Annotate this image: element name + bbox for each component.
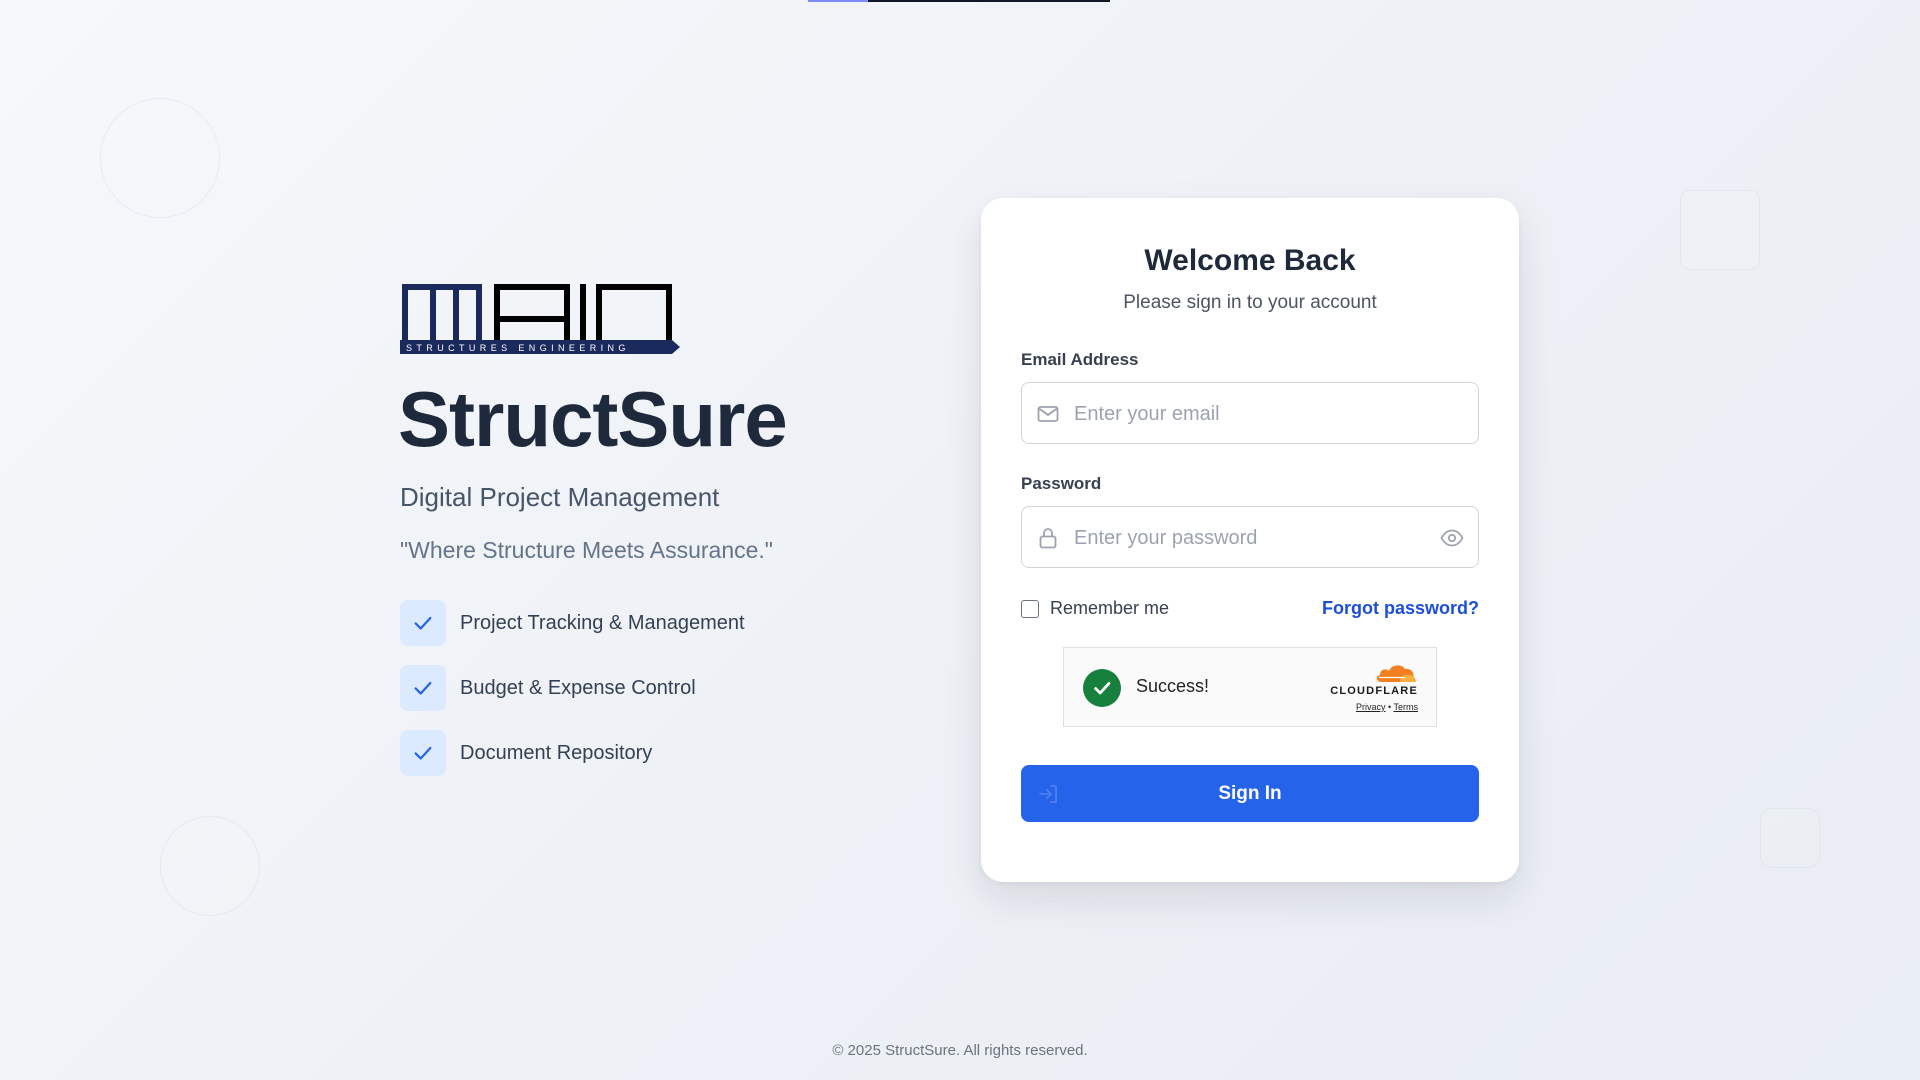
captcha-widget[interactable]: Success! CLOUDFLARE Privacy • Terms (1063, 647, 1437, 727)
forgot-password-link[interactable]: Forgot password? (1322, 598, 1479, 619)
company-logo: STRUCTURES ENGINEERING (400, 284, 680, 354)
feature-label: Document Repository (460, 741, 653, 764)
branding-panel: STRUCTURES ENGINEERING StructSure Digita… (398, 282, 920, 795)
app-subtitle: Digital Project Management (400, 482, 720, 512)
cloudflare-wordmark: CLOUDFLARE (1330, 685, 1418, 697)
decorative-circle (160, 816, 260, 916)
remember-checkbox[interactable] (1021, 599, 1039, 618)
login-options: Remember me Forgot password? (1021, 598, 1479, 619)
email-label: Email Address (1021, 350, 1139, 369)
loading-bar-fill (808, 0, 869, 2)
loading-bar (808, 0, 1110, 2)
terms-link[interactable]: Terms (1394, 702, 1419, 712)
password-field[interactable] (1021, 506, 1479, 569)
decorative-square (1760, 808, 1820, 868)
sign-in-icon (1037, 782, 1061, 806)
svg-text:STRUCTURES ENGINEERING: STRUCTURES ENGINEERING (406, 343, 630, 353)
mail-icon (1036, 402, 1060, 426)
feature-list: Project Tracking & Management Budget & E… (400, 600, 920, 776)
link-separator: • (1388, 702, 1392, 712)
check-icon (400, 600, 446, 646)
feature-item: Document Repository (400, 730, 920, 776)
password-input[interactable] (1072, 507, 1428, 569)
remember-me[interactable]: Remember me (1021, 598, 1169, 619)
decorative-circle (100, 98, 220, 218)
login-subtitle: Please sign in to your account (1123, 292, 1377, 313)
sign-in-label: Sign In (1218, 782, 1282, 804)
login-title: Welcome Back (1144, 244, 1356, 277)
lock-icon (1036, 526, 1060, 550)
captcha-status: Success! (1136, 676, 1210, 696)
eye-icon[interactable] (1440, 526, 1464, 550)
feature-item: Project Tracking & Management (400, 600, 920, 646)
sign-in-button[interactable]: Sign In (1021, 765, 1479, 822)
success-check-icon (1083, 669, 1121, 707)
footer-copyright: © 2025 StructSure. All rights reserved. (832, 1042, 1088, 1059)
cloudflare-logo: CLOUDFLARE Privacy • Terms (1322, 662, 1418, 712)
login-card: Welcome Back Please sign in to your acco… (981, 198, 1519, 882)
check-icon (400, 665, 446, 711)
password-label: Password (1021, 474, 1102, 493)
cloud-icon (1376, 665, 1416, 682)
captcha-links: Privacy • Terms (1322, 702, 1418, 712)
app-title: StructSure (398, 375, 788, 463)
email-field[interactable] (1021, 382, 1479, 445)
feature-item: Budget & Expense Control (400, 665, 920, 711)
check-icon (400, 730, 446, 776)
feature-label: Budget & Expense Control (460, 676, 696, 699)
remember-label: Remember me (1050, 598, 1170, 618)
decorative-square (1680, 190, 1760, 270)
app-tagline: "Where Structure Meets Assurance." (400, 537, 773, 563)
email-input[interactable] (1072, 383, 1428, 445)
feature-label: Project Tracking & Management (460, 611, 745, 634)
privacy-link[interactable]: Privacy (1356, 702, 1386, 712)
